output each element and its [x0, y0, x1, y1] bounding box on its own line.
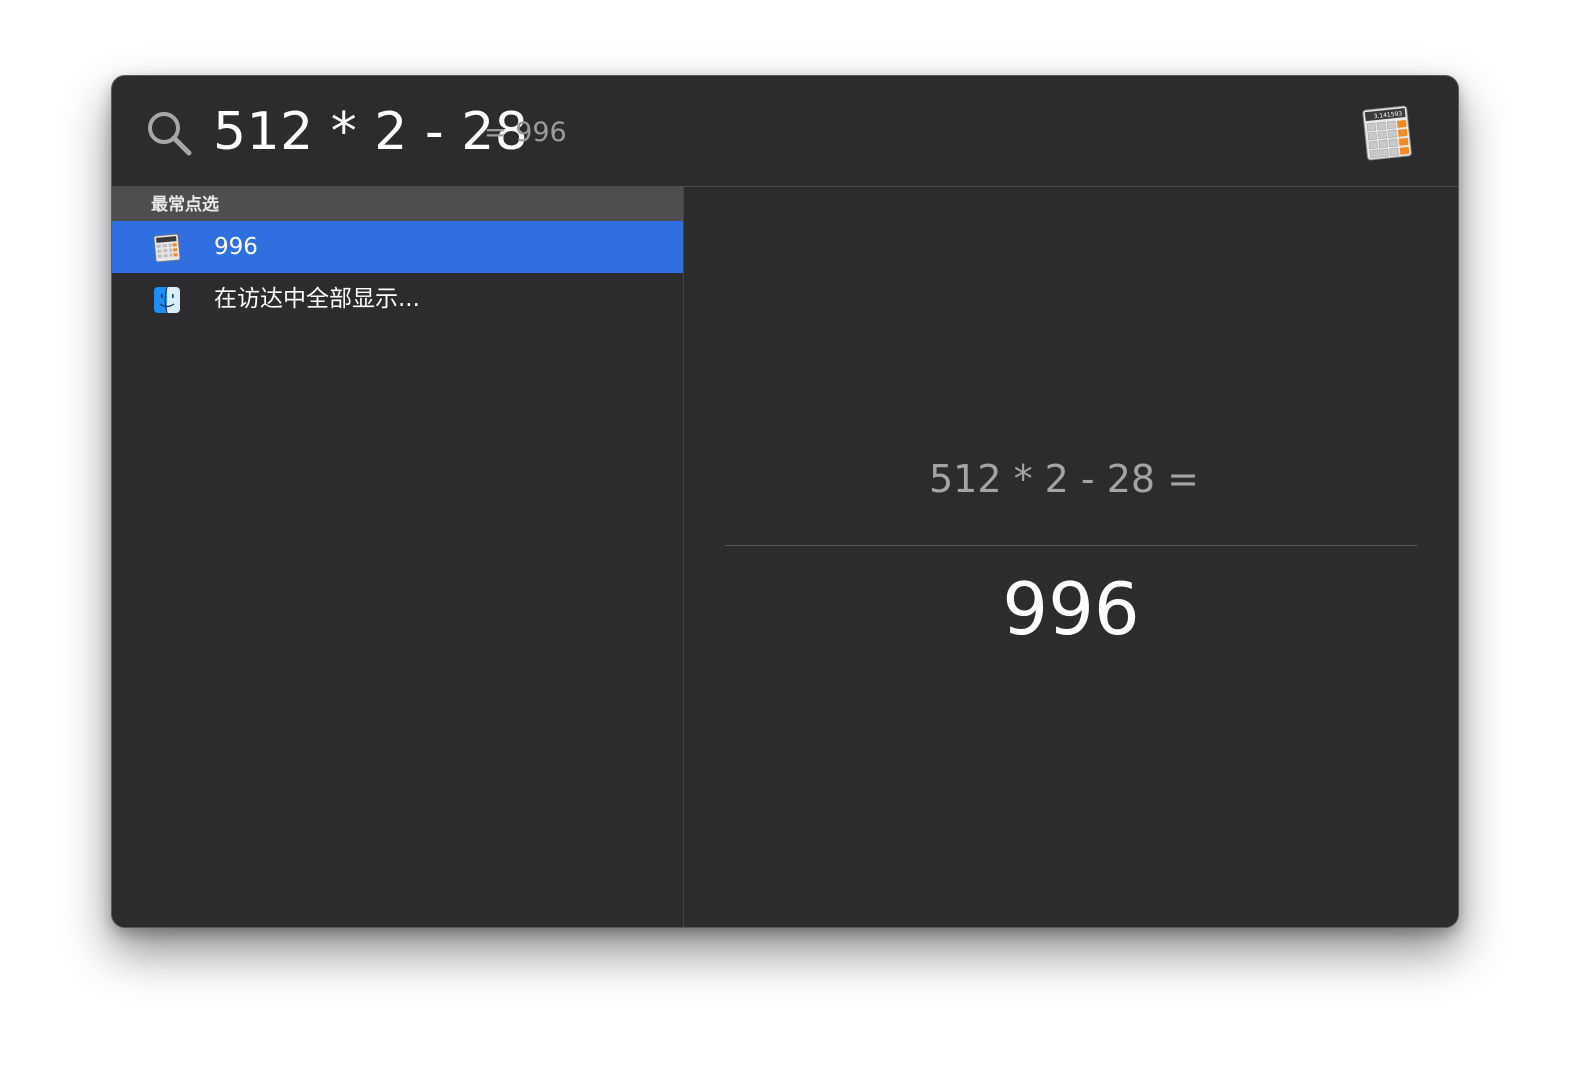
result-item-label: 996 [214, 234, 258, 260]
calculator-icon: 3.141593 [1362, 105, 1412, 161]
preview-divider [725, 545, 1418, 546]
finder-icon [154, 286, 180, 314]
search-bar: 512 * 2 - 28 = 996 3.141593 [112, 76, 1458, 187]
result-item-label: 在访达中全部显示... [214, 286, 420, 312]
calculator-icon [153, 233, 181, 263]
section-header-top-hits: 最常点选 [112, 187, 683, 221]
search-input[interactable]: 512 * 2 - 28 [213, 100, 528, 164]
preview-result: 996 [1002, 567, 1140, 651]
preview-expression: 512 * 2 - 28 = [928, 457, 1199, 501]
result-item-show-all-in-finder[interactable]: 在访达中全部显示... [112, 273, 683, 325]
result-item-calculator[interactable]: 996 [112, 221, 683, 273]
inline-result-hint: = 996 [484, 117, 567, 148]
preview-pane: 512 * 2 - 28 = 996 [684, 187, 1458, 927]
spotlight-window: 512 * 2 - 28 = 996 3.141593 最常点选 996 在访达… [111, 75, 1459, 928]
search-icon [148, 112, 192, 156]
results-list: 最常点选 996 在访达中全部显示... [112, 187, 684, 927]
